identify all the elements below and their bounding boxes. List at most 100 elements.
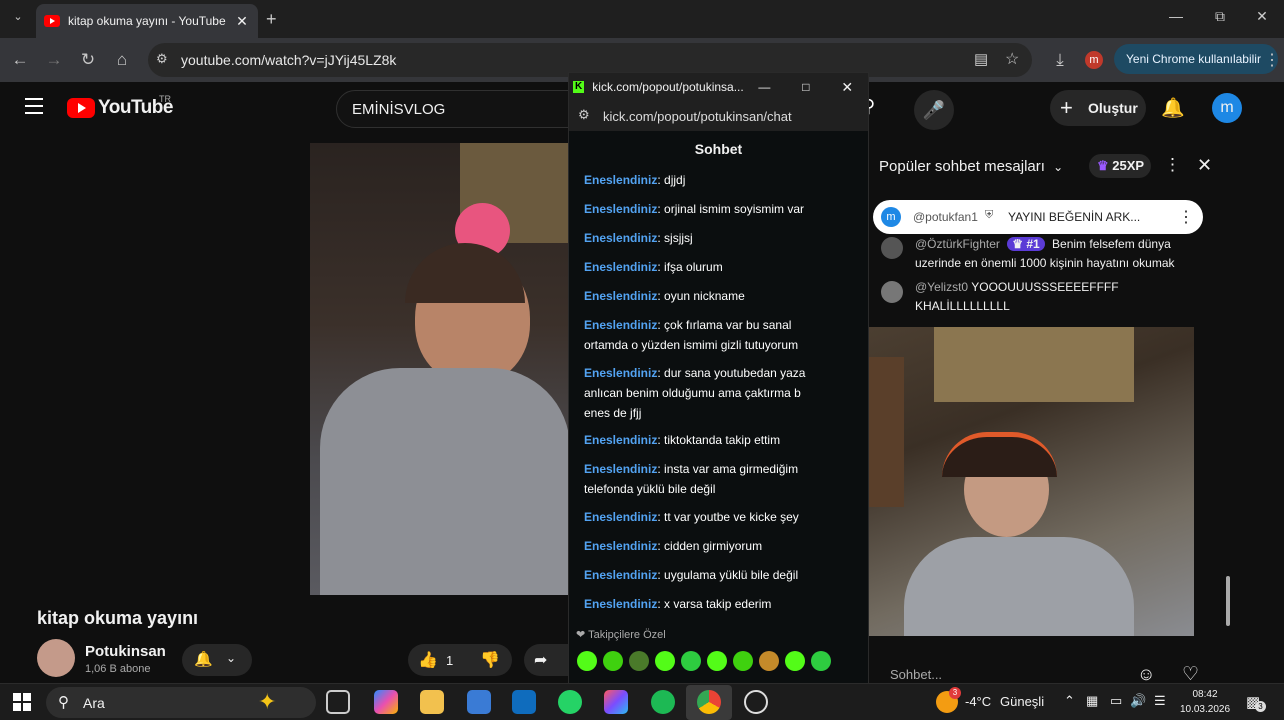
tab-youtube[interactable]: kitap okuma yayını - YouTube ✕ [36, 4, 258, 38]
tab-search-icon[interactable]: ⌄ [8, 10, 28, 28]
hamburger-menu-icon[interactable] [25, 98, 43, 114]
search-icon: ⚲ [58, 694, 69, 711]
emote-icon[interactable] [629, 651, 649, 671]
taskbar-search-box[interactable]: ⚲ Ara ✦ [46, 687, 316, 718]
pinned-options-icon[interactable]: ⋮ [1178, 207, 1194, 227]
microphone-icon[interactable]: 🎤 [914, 90, 954, 130]
grey-hoodie [320, 368, 570, 595]
reload-icon[interactable]: ↻ [76, 48, 100, 72]
chat-message: Eneslendiniz: çok fırlama var bu sanal o… [584, 318, 799, 352]
bookmark-star-icon[interactable]: ☆ [1005, 49, 1019, 69]
emote-icon[interactable] [733, 651, 753, 671]
chat-message: Eneslendiniz: dur sana youtubedan yaza a… [584, 366, 806, 420]
share-button[interactable]: ➦ [524, 644, 574, 676]
clock-date: 10.03.2026 [1179, 704, 1231, 715]
emote-icon[interactable] [681, 651, 701, 671]
bell-icon: 🔔 [194, 651, 213, 668]
popup-title: kick.com/popout/potukinsa... [592, 80, 744, 94]
chrome-update-button[interactable]: Yeni Chrome kullanılabilir [1114, 44, 1278, 74]
home-icon[interactable]: ⌂ [110, 48, 134, 72]
tray-app-icon[interactable]: ▦ [1086, 693, 1098, 709]
microsoft-store-icon[interactable] [467, 690, 491, 714]
weather-sun-icon[interactable]: 3 [936, 687, 961, 713]
battery-icon[interactable]: ▭ [1110, 693, 1122, 709]
chat-message: @ÖztürkFighter ♛ #1 Benim felsefem dünya… [915, 237, 1175, 270]
emote-bar [577, 649, 837, 673]
popup-address-bar: ⚙ kick.com/popout/potukinsan/chat [569, 101, 868, 131]
chat-input[interactable]: Sohbet... [890, 667, 942, 682]
emote-icon[interactable] [655, 651, 675, 671]
show-hidden-icons[interactable]: ⌃ [1064, 693, 1075, 709]
webcam-overlay [814, 327, 1194, 636]
back-icon[interactable]: ← [8, 48, 32, 72]
new-tab-icon[interactable]: + [266, 9, 277, 30]
profile-avatar[interactable]: m [1085, 51, 1103, 69]
video-title: kitap okuma yayını [37, 608, 199, 628]
microsoft365-icon[interactable] [604, 690, 628, 714]
emote-icon[interactable] [759, 651, 779, 671]
video-player[interactable] [310, 143, 570, 595]
subscribe-bell-button[interactable]: 🔔 ⌄ [182, 644, 252, 676]
emoji-icon[interactable]: ☺ [1137, 664, 1155, 685]
maximize-icon[interactable]: □ [785, 80, 826, 94]
chat-message: Eneslendiniz: insta var ama girmediğim t… [584, 462, 799, 496]
create-button[interactable]: + Oluştur [1050, 90, 1146, 126]
close-chat-icon[interactable]: ✕ [1197, 155, 1212, 176]
site-info-icon[interactable]: ⚙ [156, 51, 168, 67]
notifications-bell-icon[interactable]: 🔔 [1161, 96, 1185, 120]
close-window-icon[interactable]: ✕ [827, 79, 868, 96]
crown-icon: ♛ [1097, 158, 1109, 173]
emote-icon[interactable] [707, 651, 727, 671]
task-view-icon[interactable] [326, 690, 350, 714]
minimize-icon[interactable]: — [744, 80, 785, 94]
close-tab-icon[interactable]: ✕ [234, 13, 250, 30]
chat-message: Eneslendiniz: tt var youtbe ve kicke şey [584, 510, 799, 524]
clock-time: 08:42 [1192, 689, 1218, 700]
dislike-icon[interactable]: 👎 [480, 650, 500, 670]
whatsapp-icon[interactable] [558, 690, 582, 714]
minimize-icon[interactable]: — [1156, 8, 1196, 24]
windows-start-icon[interactable] [13, 693, 31, 711]
install-app-icon[interactable]: ▤ [974, 50, 988, 68]
streamer-hair [405, 243, 525, 303]
spotify-icon[interactable] [651, 690, 675, 714]
channel-avatar[interactable] [37, 639, 75, 677]
forward-icon[interactable]: → [42, 48, 66, 72]
network-icon[interactable]: ☰ [1154, 693, 1166, 709]
copilot-icon[interactable] [374, 690, 398, 714]
volume-icon[interactable]: 🔊 [1130, 693, 1146, 709]
maximize-icon[interactable]: ⧉ [1200, 8, 1240, 25]
site-info-icon[interactable]: ⚙ [578, 107, 590, 123]
chat-options-icon[interactable]: ⋮ [1164, 155, 1181, 175]
emote-icon[interactable] [811, 651, 831, 671]
tab-strip: ⌄ kitap okuma yayını - YouTube ✕ + — ⧉ ✕ [0, 0, 1284, 38]
headphones [942, 432, 1057, 477]
channel-name[interactable]: Potukinsan [85, 643, 166, 660]
like-icon[interactable]: 👍 [418, 650, 438, 670]
chevron-down-icon: ⌄ [226, 651, 237, 665]
file-explorer-icon[interactable] [420, 690, 444, 714]
chat-scrollbar[interactable] [1226, 576, 1230, 626]
chrome-menu-icon[interactable]: ⋮ [1264, 50, 1280, 70]
search-value: EMİNİSVLOG [352, 101, 446, 118]
download-icon[interactable]: ⤓ [1048, 48, 1072, 72]
clock[interactable]: 08:42 10.03.2026 [1179, 687, 1231, 717]
notification-center-icon[interactable]: ▩ 3 [1246, 693, 1266, 712]
emote-icon[interactable] [785, 651, 805, 671]
weather-temp: -4°C [965, 694, 992, 709]
xp-badge[interactable]: ♛ 25XP [1089, 154, 1151, 178]
emote-icon[interactable] [603, 651, 623, 671]
copilot-sparkle-icon: ✦ [258, 689, 277, 714]
close-window-icon[interactable]: ✕ [1242, 8, 1282, 25]
youtube-logo-icon[interactable] [67, 98, 95, 118]
pinned-author: @potukfan1 [913, 210, 978, 224]
pinned-message[interactable]: m @potukfan1 ⛨ YAYINI BEĞENİN ARK... ⋮ [873, 200, 1203, 234]
emote-icon[interactable] [577, 651, 597, 671]
account-avatar[interactable]: m [1212, 93, 1242, 123]
clock-app-icon[interactable] [744, 690, 768, 714]
chrome-taskbar-button[interactable] [686, 685, 732, 720]
mail-icon[interactable] [512, 690, 536, 714]
heart-icon: ❤ [576, 629, 586, 641]
chat-header-label: Popüler sohbet mesajları [879, 158, 1045, 175]
chat-mode-selector[interactable]: Popüler sohbet mesajları ⌄ [879, 158, 1063, 175]
